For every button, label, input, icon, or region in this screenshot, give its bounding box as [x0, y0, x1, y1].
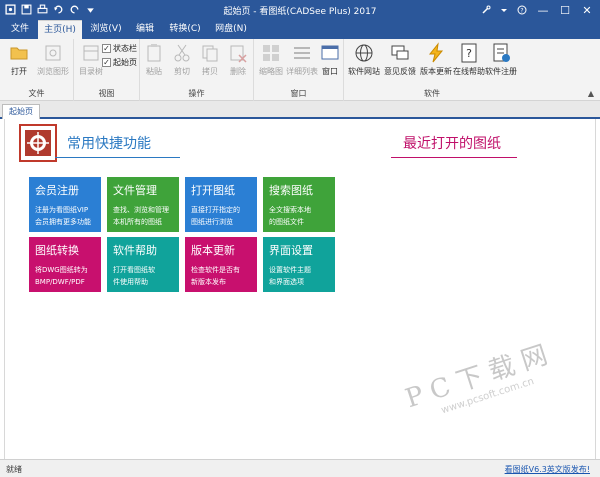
open-button[interactable]: 打开 [2, 42, 36, 77]
recent-files-divider [391, 157, 517, 158]
collapse-ribbon-icon[interactable]: ▲ [588, 89, 594, 98]
status-text: 就绪 [6, 465, 22, 474]
folder-open-icon [10, 47, 28, 60]
register-button[interactable]: 软件注册 [484, 42, 518, 77]
tab-edit[interactable]: 编辑 [130, 20, 160, 39]
ribbon-group-operations: 粘贴 剪切 拷贝 删除 操作 [140, 39, 254, 101]
ribbon-group-software: 软件网站 意见反馈 版本更新 ? 在线帮助 软件注册 软件 [344, 39, 520, 101]
minimize-button[interactable]: — [532, 0, 554, 20]
release-news-link[interactable]: 看图纸V6.3英文版发布! [505, 464, 590, 475]
document-tab-strip: 起始页 [0, 101, 600, 119]
startpage-checkbox[interactable]: ✓ 起始页 [102, 57, 137, 68]
paste-button[interactable]: 粘贴 [140, 42, 168, 77]
svg-text:?: ? [466, 47, 472, 60]
register-icon [493, 43, 510, 62]
list-icon [294, 47, 310, 59]
close-button[interactable]: ✕ [576, 0, 598, 20]
feedback-button[interactable]: 意见反馈 [382, 42, 418, 77]
tile-software-help[interactable]: 软件帮助 打开看图纸软 件使用帮助 [107, 237, 179, 292]
tab-netdisk[interactable]: 网盘(N) [210, 20, 252, 39]
app-logo-icon [19, 124, 57, 162]
tab-home[interactable]: 主页(H) [38, 20, 82, 39]
tile-version-update[interactable]: 版本更新 检查软件是否有 新版本发布 [185, 237, 257, 292]
tab-start-page[interactable]: 起始页 [2, 104, 40, 119]
browse-graphics-button[interactable]: 浏览图形 [34, 42, 72, 77]
statusbar-checkbox[interactable]: ✓ 状态栏 [102, 43, 137, 54]
update-button[interactable]: 版本更新 [418, 42, 454, 77]
ribbon-group-window: 缩略图 详细列表 窗口 窗口 [254, 39, 344, 101]
detail-list-button[interactable]: 详细列表 [286, 42, 318, 77]
scissors-icon [174, 44, 190, 62]
help-document-icon: ? [461, 43, 477, 63]
ribbon-group-view: 目录树 ✓ 状态栏 ✓ 起始页 视图 [74, 39, 140, 101]
window-button[interactable]: 窗口 [316, 42, 344, 77]
ribbon-group-file: 打开 浏览图形 文件 [0, 39, 74, 101]
delete-button[interactable]: 删除 [224, 42, 252, 77]
tile-search-drawing[interactable]: 搜索图纸 全文搜索本地 的图纸文件 [263, 177, 335, 232]
tab-convert[interactable]: 转换(C) [164, 20, 206, 39]
delete-icon [230, 45, 247, 63]
thumbnail-button[interactable]: 缩略图 [256, 42, 286, 77]
tree-icon [83, 45, 99, 61]
quick-functions-divider [55, 157, 180, 158]
window-icon [321, 45, 339, 60]
tile-member-register[interactable]: 会员注册 注册为看图纸VIP 会员拥有更多功能 [29, 177, 101, 232]
ribbon: 打开 浏览图形 文件 目录树 ✓ 状态栏 ✓ 起始页 视图 粘贴 剪切 拷贝 删… [0, 39, 600, 101]
lightning-icon [428, 42, 444, 63]
tile-ui-settings[interactable]: 界面设置 设置软件主题 和界面选项 [263, 237, 335, 292]
title-bar: 起始页 - 看图纸(CADSee Plus) 2017 ? — ☐ ✕ [0, 0, 600, 20]
feedback-icon [391, 45, 409, 60]
paste-icon [147, 44, 161, 62]
tile-file-manage[interactable]: 文件管理 查找、浏览和管理 本机所有的图纸 [107, 177, 179, 232]
browse-graphics-icon [45, 45, 61, 61]
tools-icon[interactable] [479, 3, 492, 16]
status-bar: 就绪 看图纸V6.3英文版发布! [0, 459, 600, 477]
help-icon[interactable]: ? [515, 3, 528, 16]
tab-file[interactable]: 文件 [6, 20, 34, 39]
dropdown-icon[interactable] [497, 3, 510, 16]
globe-icon [355, 44, 373, 62]
copy-button[interactable]: 拷贝 [196, 42, 224, 77]
tile-drawing-convert[interactable]: 图纸转换 将DWG图纸转为 BMP/DWF/PDF [29, 237, 101, 292]
ribbon-tab-bar: 文件 主页(H) 浏览(V) 编辑 转换(C) 网盘(N) [0, 20, 600, 39]
website-button[interactable]: 软件网站 [346, 42, 382, 77]
online-help-button[interactable]: ? 在线帮助 [452, 42, 486, 77]
recent-files-title: 最近打开的图纸 [403, 136, 501, 152]
tab-browse[interactable]: 浏览(V) [86, 20, 126, 39]
copy-icon [202, 45, 218, 62]
svg-text:?: ? [520, 7, 523, 14]
cut-button[interactable]: 剪切 [168, 42, 196, 77]
quick-functions-title: 常用快捷功能 [67, 136, 151, 152]
tile-open-drawing[interactable]: 打开图纸 直接打开指定的 图纸进行浏览 [185, 177, 257, 232]
maximize-button[interactable]: ☐ [554, 0, 576, 20]
thumbnail-icon [263, 45, 279, 61]
